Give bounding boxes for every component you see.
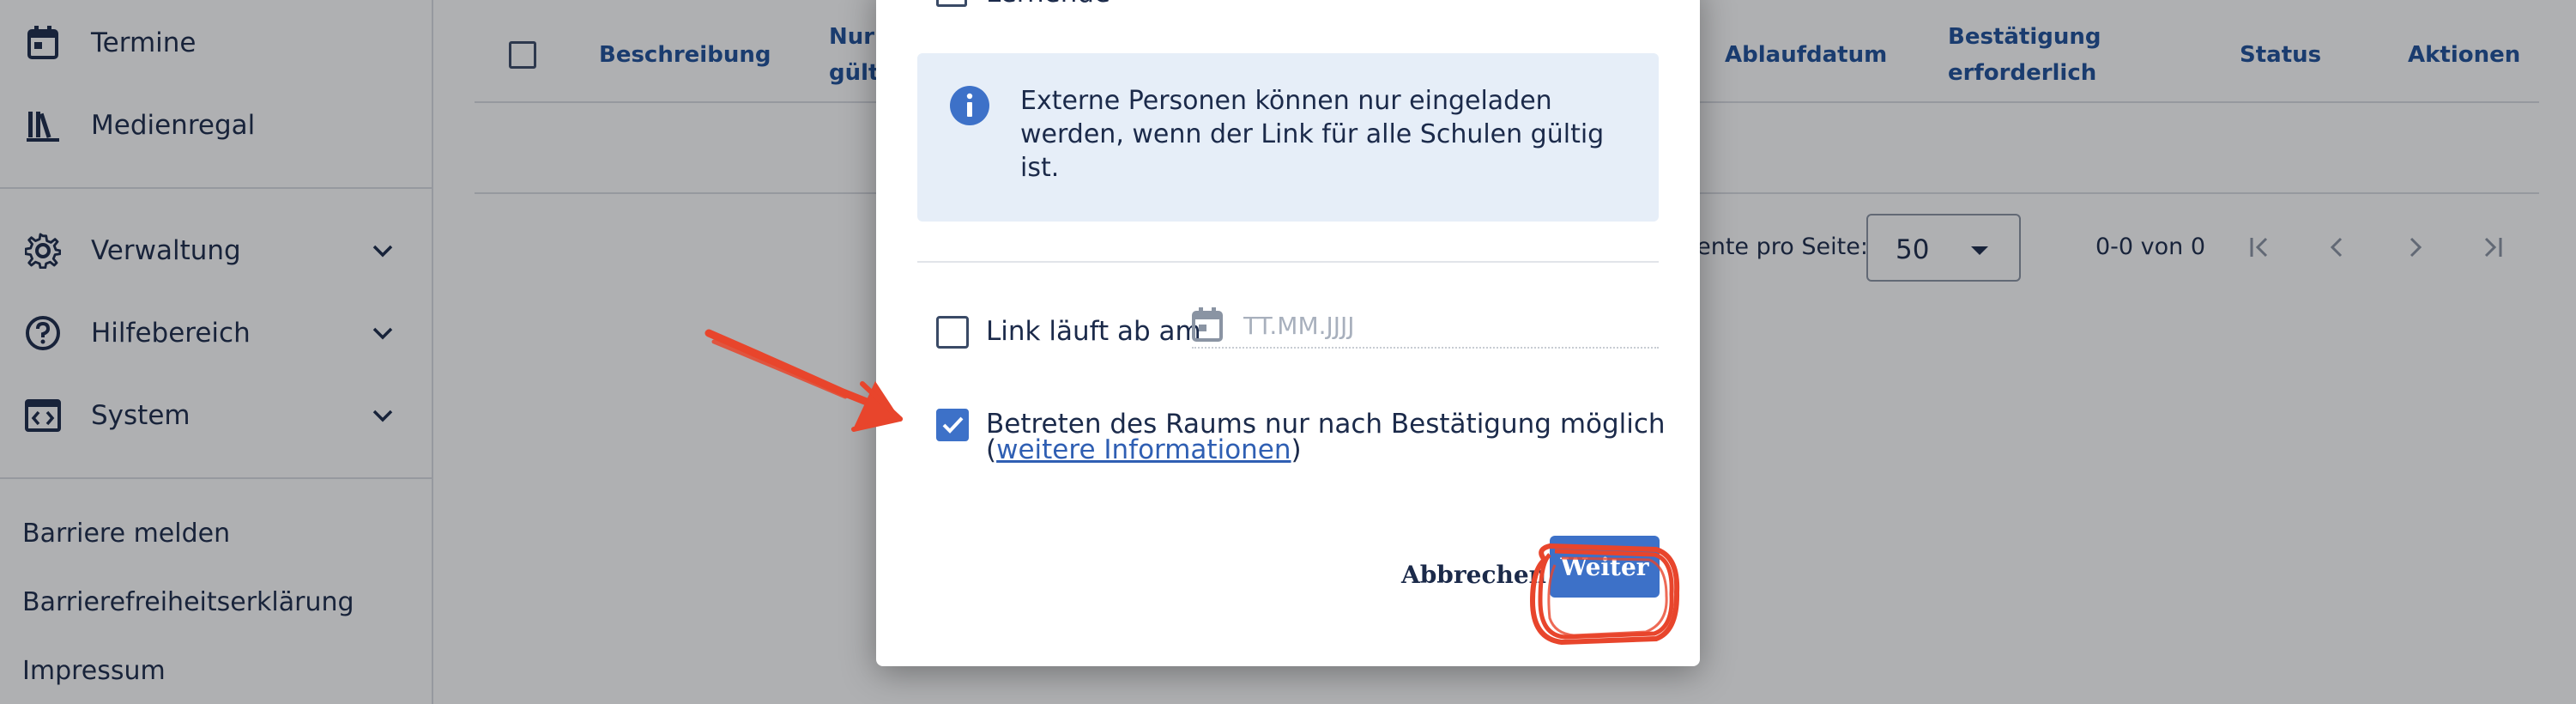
cancel-button[interactable]: Abbrechen: [1401, 548, 1546, 601]
invite-link-dialog: Lernende Externe Personen können nur ein…: [876, 0, 1700, 666]
info-alert: Externe Personen können nur eingeladen w…: [917, 53, 1659, 222]
next-button[interactable]: Weiter: [1550, 536, 1660, 598]
expiry-date-field[interactable]: [1192, 307, 1659, 349]
link-expiry-checkbox[interactable]: [936, 316, 969, 349]
dialog-divider: [917, 261, 1659, 263]
confirmation-required-checkbox[interactable]: [936, 409, 969, 441]
more-info-link[interactable]: weitere Informationen: [996, 434, 1291, 465]
lernende-checkbox[interactable]: [936, 0, 967, 7]
calendar-icon[interactable]: [1192, 307, 1226, 343]
link-expiry-label: Link läuft ab am: [986, 316, 1201, 347]
lernende-checkbox-label: Lernende: [986, 0, 1110, 9]
paren-open: (: [986, 434, 997, 465]
info-icon: [948, 84, 991, 127]
info-alert-text: Externe Personen können nur eingeladen w…: [1020, 86, 1605, 183]
paren-close: ): [1291, 434, 1302, 465]
checkmark-icon: [942, 416, 964, 434]
more-info-wrapper: (weitere Informationen): [986, 434, 1302, 465]
expiry-date-input[interactable]: [1243, 307, 1655, 343]
